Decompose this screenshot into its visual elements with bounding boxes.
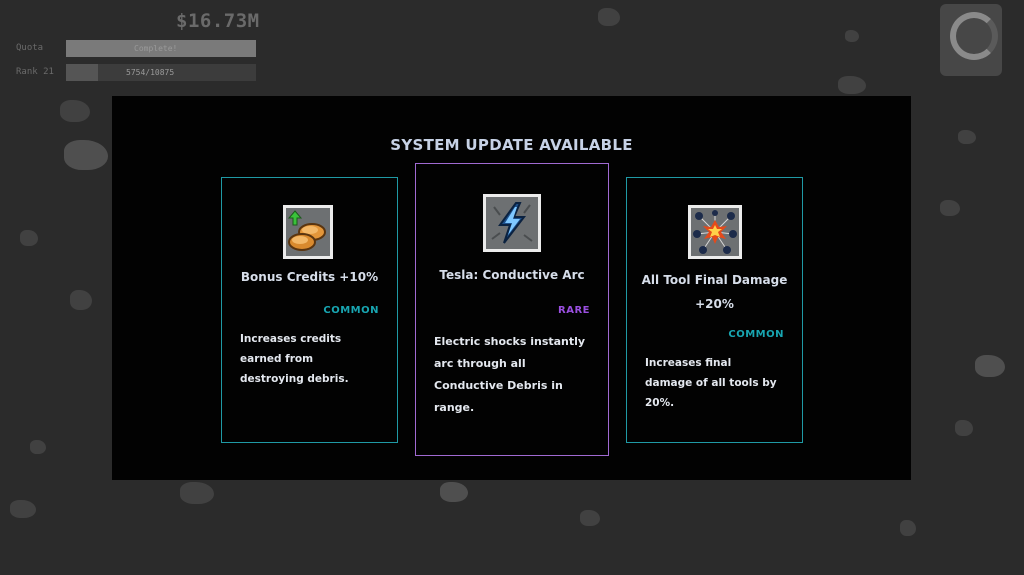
debris: [64, 140, 108, 170]
upgrade-card-bonus-credits[interactable]: Bonus Credits +10% COMMON Increases cred…: [221, 177, 398, 443]
debris: [60, 100, 90, 122]
rank-label: Rank 21: [16, 67, 54, 77]
debris: [900, 520, 916, 536]
debris: [70, 290, 92, 310]
debris: [975, 355, 1005, 377]
rarity-badge: COMMON: [323, 305, 379, 316]
rarity-badge: RARE: [558, 305, 590, 316]
lightning-icon: [483, 194, 541, 252]
status-ring: [940, 4, 1002, 76]
upgrade-card-tesla-arc[interactable]: Tesla: Conductive Arc RARE Electric shoc…: [415, 163, 609, 456]
quota-label: Quota: [16, 43, 44, 53]
quota-status: Complete!: [134, 44, 178, 53]
upgrade-modal: SYSTEM UPDATE AVAILABLE Bonus Credits +1…: [112, 96, 911, 480]
card-description: Increases final damage of all tools by 2…: [645, 357, 777, 409]
upgrade-card-tool-damage[interactable]: All Tool Final Damage +20% COMMON Increa…: [626, 177, 803, 443]
debris: [940, 200, 960, 216]
rarity-badge: COMMON: [728, 329, 784, 340]
card-description: Increases credits earned from destroying…: [240, 333, 349, 385]
debris: [440, 482, 468, 502]
debris: [180, 482, 214, 504]
bonus-credits-icon: [283, 205, 333, 259]
debris: [845, 30, 859, 42]
debris: [10, 500, 36, 518]
debris: [838, 76, 866, 94]
debris: [30, 440, 46, 454]
modal-title: SYSTEM UPDATE AVAILABLE: [390, 136, 633, 154]
rank-progress: 5754/10875: [126, 68, 175, 77]
card-title: Bonus Credits +10%: [240, 270, 379, 284]
debris: [958, 130, 976, 144]
card-title: Tesla: Conductive Arc: [439, 268, 585, 282]
debris: [20, 230, 38, 246]
debris: [598, 8, 620, 26]
explosion-icon: [688, 205, 742, 259]
ring-icon: [950, 12, 998, 60]
money-counter: $16.73M: [176, 10, 260, 32]
debris: [955, 420, 973, 436]
card-description: Electric shocks instantly arc through al…: [434, 335, 586, 414]
debris: [580, 510, 600, 526]
card-title: All Tool Final Damage +20%: [641, 273, 788, 311]
